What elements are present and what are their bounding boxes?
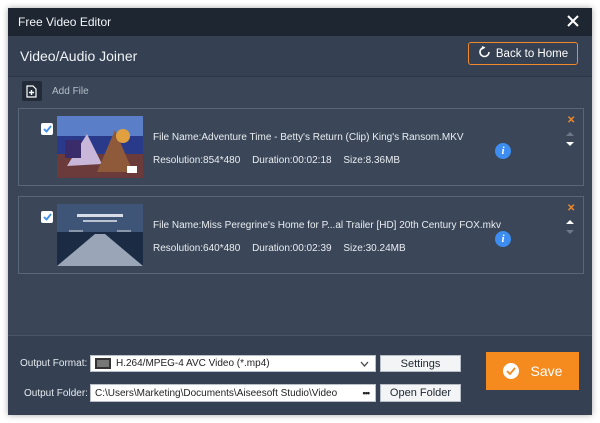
window-title: Free Video Editor bbox=[18, 15, 112, 29]
file-meta: Resolution:640*480 Duration:00:02:39 Siz… bbox=[153, 243, 415, 254]
add-file-button[interactable]: Add File bbox=[22, 81, 89, 101]
output-folder-label: Output Folder: bbox=[24, 388, 88, 399]
app-window: Free Video Editor Video/Audio Joiner Bac… bbox=[8, 8, 592, 415]
file-resolution: Resolution:854*480 bbox=[153, 155, 241, 166]
file-item: File Name:Miss Peregrine's Home for P...… bbox=[18, 196, 584, 274]
file-name: File Name:Adventure Time - Betty's Retur… bbox=[153, 132, 464, 143]
add-file-icon bbox=[22, 81, 42, 101]
move-down-icon[interactable] bbox=[565, 227, 575, 235]
delete-icon[interactable]: ✕ bbox=[567, 115, 575, 126]
close-icon[interactable] bbox=[566, 14, 580, 28]
video-thumbnail[interactable] bbox=[57, 116, 143, 178]
browse-folder-button[interactable]: ••• bbox=[363, 388, 371, 398]
output-format-label: Output Format: bbox=[20, 358, 88, 369]
move-up-icon[interactable] bbox=[565, 217, 575, 225]
file-item: File Name:Adventure Time - Betty's Retur… bbox=[18, 108, 584, 186]
file-meta: Resolution:854*480 Duration:00:02:18 Siz… bbox=[153, 155, 409, 166]
file-duration: Duration:00:02:39 bbox=[252, 243, 332, 254]
output-folder-value: C:\Users\Marketing\Documents\Aiseesoft S… bbox=[95, 387, 338, 399]
output-format-value: H.264/MPEG-4 AVC Video (*.mp4) bbox=[116, 358, 270, 369]
file-list: File Name:Adventure Time - Betty's Retur… bbox=[16, 108, 584, 330]
file-name: File Name:Miss Peregrine's Home for P...… bbox=[153, 220, 501, 231]
info-icon[interactable]: i bbox=[495, 143, 511, 159]
file-resolution: Resolution:640*480 bbox=[153, 243, 241, 254]
checkmark-icon bbox=[502, 363, 519, 379]
chevron-down-icon bbox=[360, 361, 369, 367]
output-format-select[interactable]: H.264/MPEG-4 AVC Video (*.mp4) bbox=[90, 355, 376, 372]
file-size: Size:30.24MB bbox=[343, 243, 406, 254]
save-button[interactable]: Save bbox=[486, 352, 579, 390]
divider bbox=[8, 76, 592, 77]
move-down-icon[interactable] bbox=[565, 139, 575, 147]
move-up-icon[interactable] bbox=[565, 129, 575, 137]
footer: Output Format: H.264/MPEG-4 AVC Video (*… bbox=[8, 336, 592, 415]
page-title: Video/Audio Joiner bbox=[20, 48, 138, 64]
back-to-home-button[interactable]: Back to Home bbox=[468, 42, 578, 65]
file-checkbox[interactable] bbox=[41, 211, 53, 223]
back-to-home-label: Back to Home bbox=[495, 47, 569, 60]
delete-icon[interactable]: ✕ bbox=[567, 203, 575, 214]
back-arrow-icon bbox=[478, 46, 491, 61]
add-file-label: Add File bbox=[52, 85, 89, 97]
output-folder-field[interactable]: C:\Users\Marketing\Documents\Aiseesoft S… bbox=[90, 384, 376, 402]
save-label: Save bbox=[530, 363, 563, 379]
file-checkbox[interactable] bbox=[41, 123, 53, 135]
video-format-icon bbox=[95, 358, 111, 369]
title-bar: Free Video Editor bbox=[8, 8, 592, 36]
open-folder-button[interactable]: Open Folder bbox=[380, 384, 461, 402]
video-thumbnail[interactable] bbox=[57, 204, 143, 266]
file-size: Size:8.36MB bbox=[343, 155, 401, 166]
info-icon[interactable]: i bbox=[495, 231, 511, 247]
file-duration: Duration:00:02:18 bbox=[252, 155, 332, 166]
header: Video/Audio Joiner Back to Home bbox=[8, 36, 592, 76]
settings-button[interactable]: Settings bbox=[380, 355, 461, 372]
